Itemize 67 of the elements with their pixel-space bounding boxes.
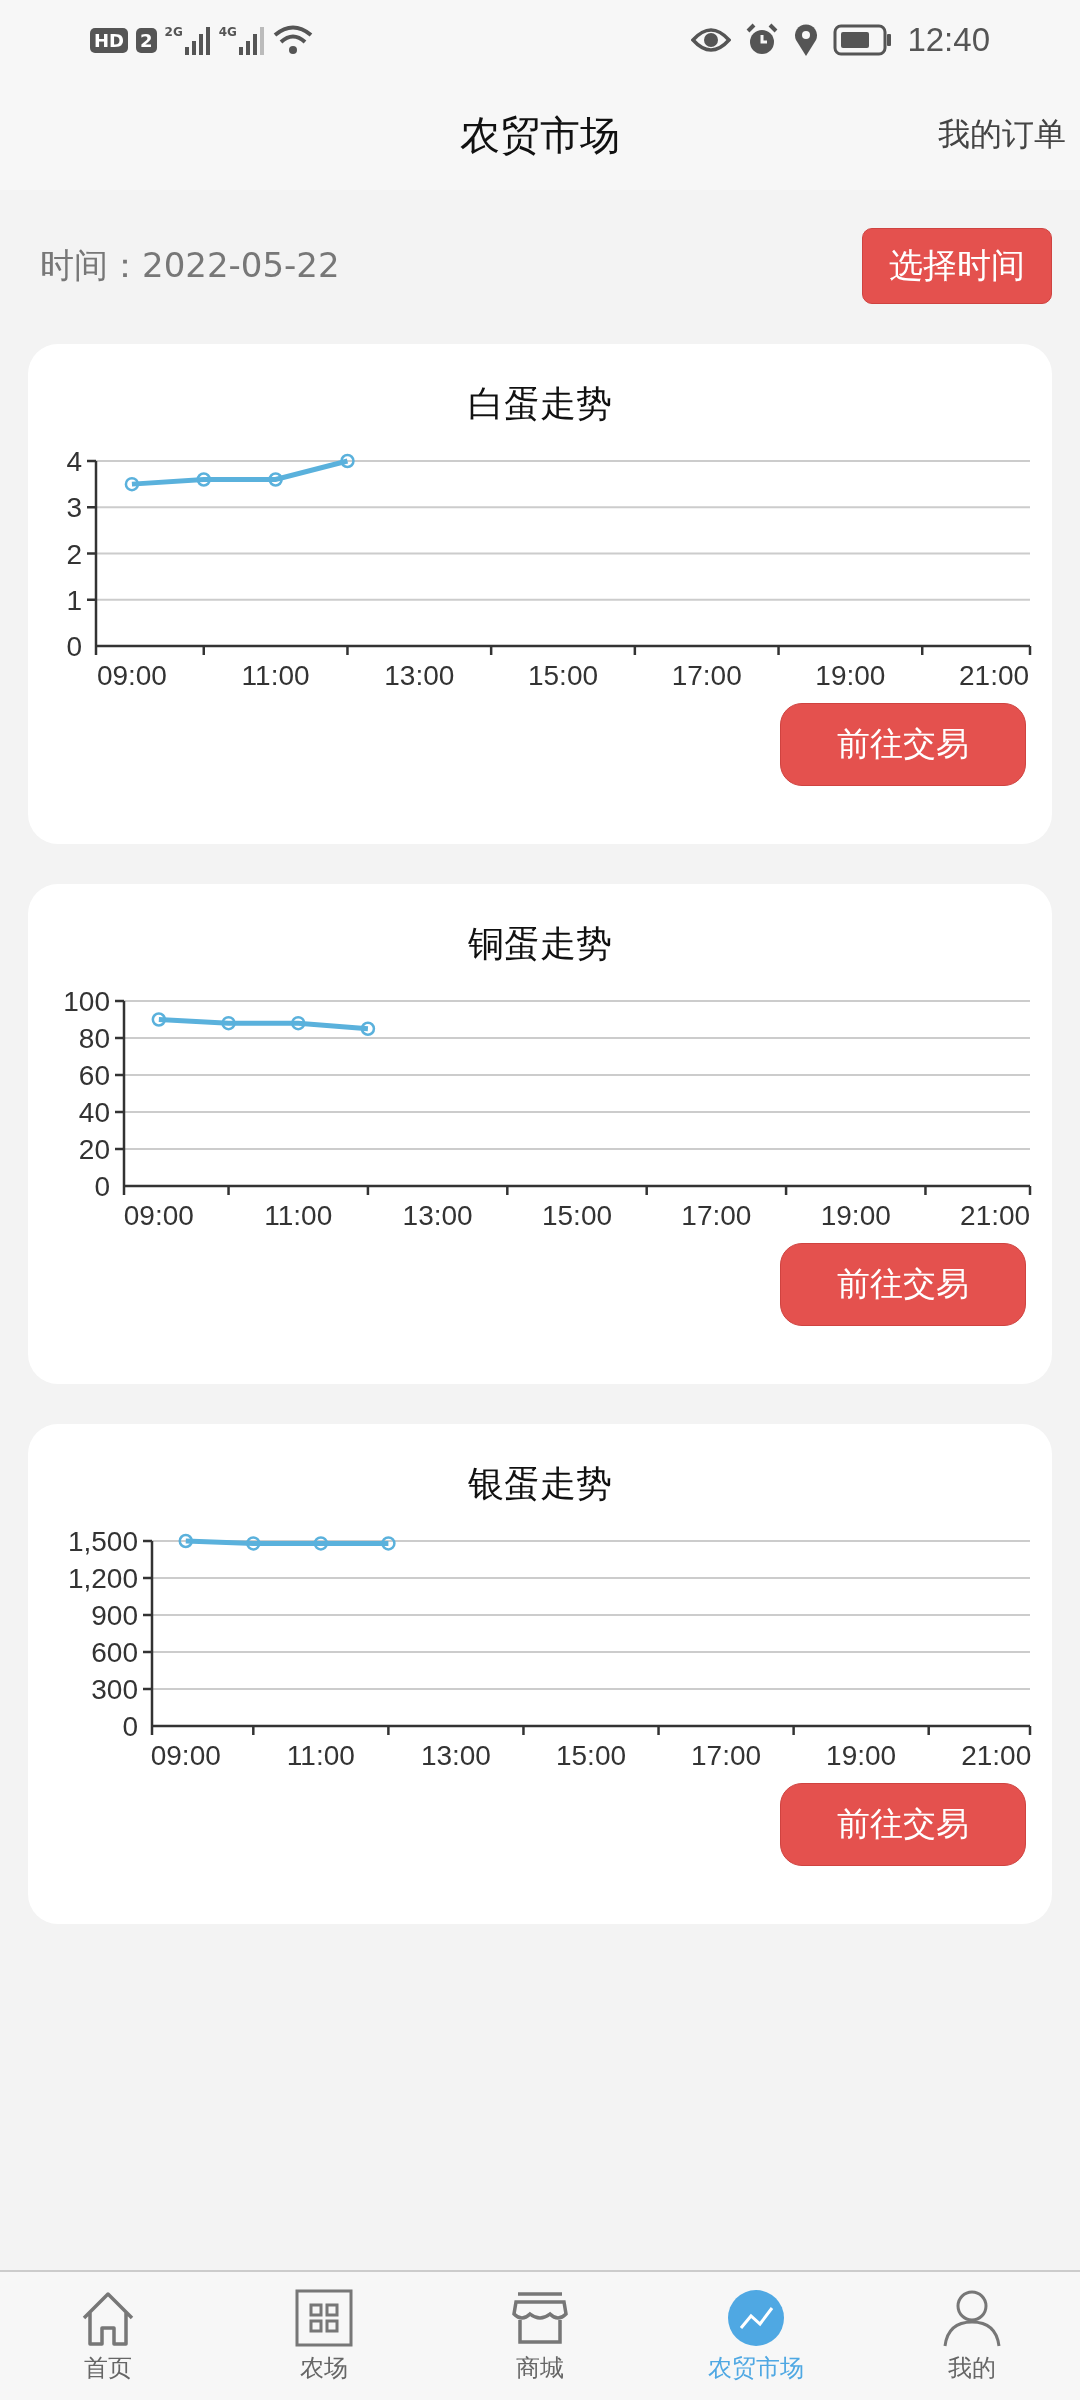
x-tick-label: 09:00 (96, 660, 167, 691)
y-tick-label: 300 (91, 1674, 138, 1705)
sim-badge: 2 (136, 27, 157, 53)
network-label: 2G (164, 25, 183, 39)
y-tick-label: 100 (63, 986, 110, 1017)
x-tick-label: 19:00 (815, 660, 886, 691)
clock-time: 12:40 (907, 21, 990, 59)
y-tick-label: 0 (94, 1171, 110, 1202)
x-tick-label: 09:00 (123, 1200, 194, 1231)
tab-bar-item[interactable]: 商城 (440, 2288, 640, 2384)
y-tick-label: 0 (122, 1711, 138, 1742)
x-tick-label: 15:00 (527, 660, 599, 691)
x-tick-label: 15:00 (541, 1200, 613, 1231)
x-tick-label: 17:00 (681, 1200, 752, 1231)
x-tick-label: 19:00 (820, 1200, 891, 1231)
x-tick-label: 11:00 (264, 1200, 333, 1231)
date-label: 时间：2022-05-22 (40, 244, 340, 287)
tab-bar-item[interactable]: 首页 (8, 2288, 208, 2384)
alarm-icon (745, 23, 780, 57)
y-tick-label: 40 (78, 1097, 110, 1128)
x-tick-label: 21:00 (960, 1200, 1031, 1231)
y-tick-label: 1,200 (67, 1563, 138, 1594)
network-label: 4G (218, 25, 237, 39)
person-icon (942, 2288, 1002, 2348)
select-time-button[interactable]: 选择时间 (862, 228, 1052, 304)
tab-bar-item[interactable]: 我的 (872, 2288, 1072, 2384)
chart-title: 白蛋走势 (468, 382, 612, 426)
x-tick-label: 11:00 (241, 660, 310, 691)
y-tick-label: 4 (66, 446, 82, 477)
y-tick-label: 1 (66, 584, 82, 616)
x-tick-label: 21:00 (961, 1740, 1032, 1771)
signal-icon (182, 25, 211, 55)
x-tick-label: 17:00 (691, 1740, 762, 1771)
battery-icon (833, 24, 894, 56)
x-tick-label: 21:00 (959, 660, 1030, 691)
signal-icon (236, 25, 265, 55)
y-tick-label: 1,500 (67, 1526, 138, 1557)
hd-badge: HD (90, 27, 128, 53)
x-tick-label: 11:00 (286, 1740, 355, 1771)
y-tick-label: 80 (78, 1023, 110, 1054)
x-tick-label: 13:00 (384, 660, 455, 691)
eye-icon (691, 26, 732, 54)
y-tick-label: 900 (91, 1600, 138, 1631)
y-tick-label: 20 (78, 1134, 110, 1165)
my-orders-link[interactable]: 我的订单 (938, 113, 1066, 157)
x-tick-label: 09:00 (150, 1740, 221, 1771)
trend-icon (726, 2288, 786, 2348)
y-tick-label: 2 (66, 538, 82, 570)
page-title: 农贸市场 (460, 110, 620, 160)
x-tick-label: 19:00 (826, 1740, 897, 1771)
x-tick-label: 17:00 (671, 660, 742, 691)
chart-title: 银蛋走势 (468, 1462, 612, 1506)
trade-button[interactable]: 前往交易 (780, 703, 1026, 786)
x-tick-label: 13:00 (402, 1200, 473, 1231)
location-icon (793, 23, 820, 57)
x-tick-label: 13:00 (420, 1740, 491, 1771)
trade-button[interactable]: 前往交易 (780, 1783, 1026, 1866)
x-tick-label: 15:00 (555, 1740, 627, 1771)
trade-button[interactable]: 前往交易 (780, 1243, 1026, 1326)
tab-bar-item[interactable]: 农场 (224, 2288, 424, 2384)
y-tick-label: 600 (91, 1637, 138, 1668)
y-tick-label: 0 (66, 631, 82, 662)
y-tick-label: 3 (66, 492, 82, 524)
y-tick-label: 60 (78, 1060, 110, 1091)
wifi-icon (272, 24, 313, 56)
grid-icon (294, 2288, 354, 2348)
chart-title: 铜蛋走势 (468, 922, 612, 966)
